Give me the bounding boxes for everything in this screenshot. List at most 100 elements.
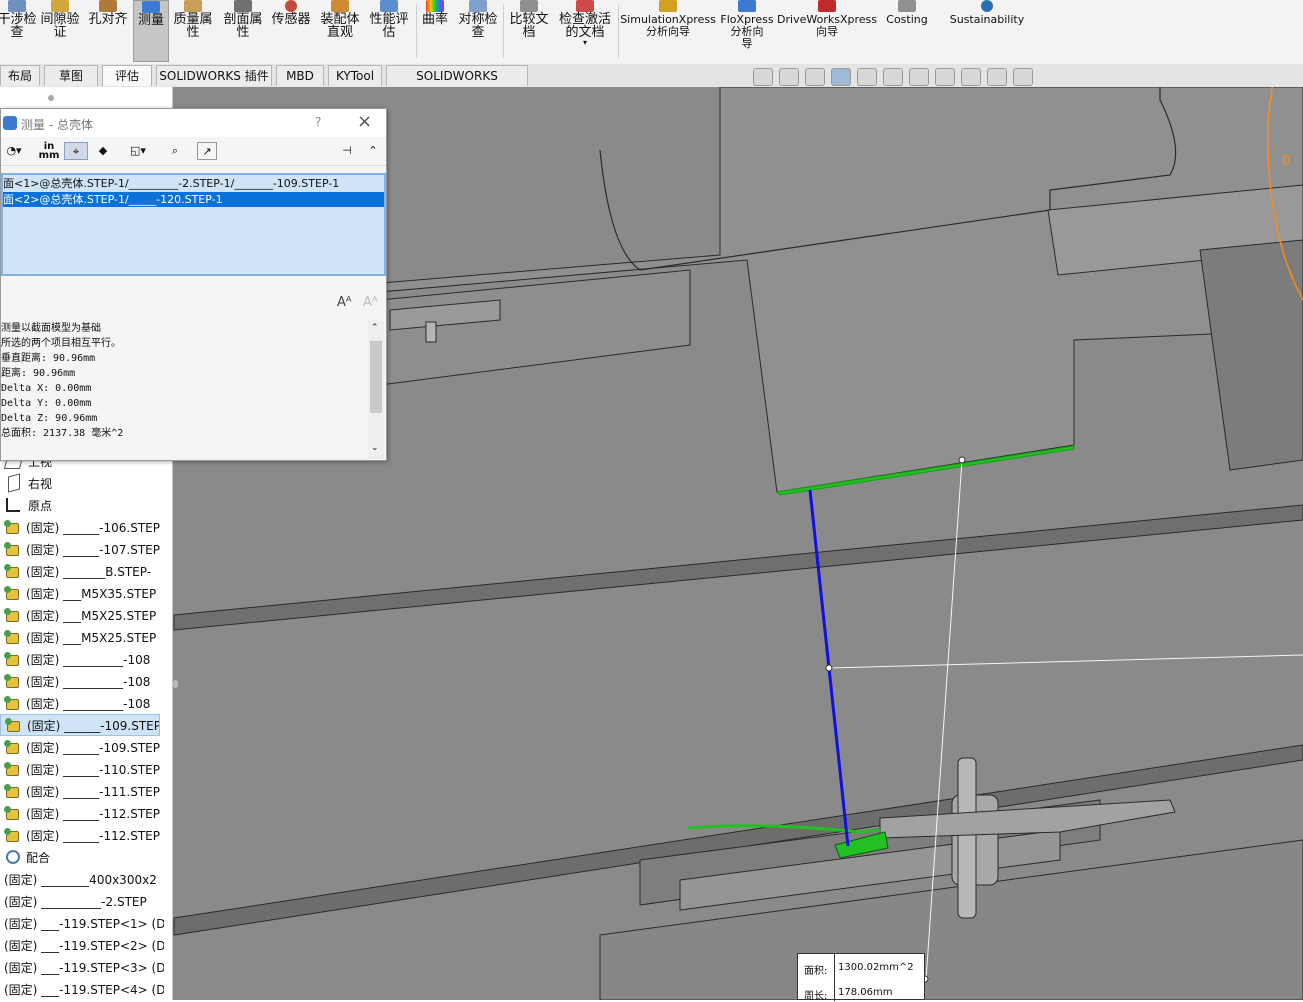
tree-item-part[interactable]: (固定) ______-106.STEP (0, 516, 160, 538)
perf-eval-icon (380, 0, 398, 12)
tree-item-part[interactable]: (固定) ___M5X25.STEP (0, 626, 160, 648)
dynamic-annotation-icon[interactable] (857, 68, 877, 86)
part-icon (4, 762, 20, 776)
projected-on-icon[interactable]: ◱▾ (121, 142, 155, 160)
selection-list[interactable]: 面<1>@总壳体.STEP-1/_________-2.STEP-1/_____… (1, 173, 386, 276)
create-sensor-icon[interactable]: ↗ (197, 142, 217, 160)
tree-item-part[interactable]: (固定) __________-108 (0, 648, 160, 670)
part-icon (4, 828, 20, 842)
assembly-visualization-button[interactable]: 装配体 直观 (318, 0, 362, 62)
selection-item[interactable]: 面<1>@总壳体.STEP-1/_________-2.STEP-1/_____… (3, 176, 384, 191)
close-button[interactable]: × (357, 111, 372, 132)
ribbon-separator (618, 4, 619, 58)
tree-item-component[interactable]: (固定) ___-119.STEP<2> (D (0, 934, 164, 956)
hole-alignment-button[interactable]: 孔对齐 (86, 0, 130, 62)
scroll-down-icon[interactable]: ⌄ (371, 443, 379, 453)
display-style-icon[interactable] (909, 68, 929, 86)
tab-sketch[interactable]: 草图 (44, 65, 98, 86)
font-size-decrease-icon[interactable]: Aᴬ (363, 295, 378, 310)
performance-evaluation-button[interactable]: 性能评 估 (366, 0, 412, 62)
zoom-fit-icon[interactable] (753, 68, 773, 86)
simulation-icon (659, 0, 677, 12)
measure-button[interactable]: 测量 (133, 0, 169, 62)
tree-item-part[interactable]: (固定) ___M5X25.STEP (0, 604, 160, 626)
driveworksxpress-button[interactable]: DriveWorksXpress 向导 (777, 0, 877, 62)
tree-item-right-plane[interactable]: 右视 (0, 472, 160, 494)
tree-item-part[interactable]: (固定) ______-111.STEP (0, 780, 160, 802)
tree-item-mates[interactable]: 配合 (0, 846, 160, 868)
arc-circle-measure-icon[interactable]: ◔▾ (1, 142, 27, 160)
symmetry-icon (469, 0, 487, 12)
part-icon (5, 718, 21, 732)
symmetry-check-button[interactable]: 对称检 查 (455, 0, 501, 62)
view-orientation-icon[interactable] (883, 68, 903, 86)
tree-item-part[interactable]: (固定) __________-108 (0, 692, 160, 714)
history-icon[interactable]: ⌕ (165, 142, 185, 160)
tree-item-part[interactable]: (固定) ______-107.STEP (0, 538, 160, 560)
results-scrollbar-thumb[interactable] (370, 341, 382, 413)
tree-item-origin[interactable]: 原点 (0, 494, 160, 516)
tab-layout[interactable]: 布局 (0, 65, 40, 86)
check-active-document-button[interactable]: 检查激活 的文档 ▾ (555, 0, 615, 62)
floxpress-button[interactable]: FloXpress 分析向 导 (718, 0, 776, 62)
section-view-icon[interactable] (831, 68, 851, 86)
sensor-button[interactable]: 传感器 (269, 0, 313, 62)
show-xyz-icon[interactable]: ⌖ (64, 142, 88, 160)
clearance-verify-button[interactable]: 间隙验 证 (38, 0, 82, 62)
compare-documents-button[interactable]: 比较文 档 (507, 0, 551, 62)
tree-item-part[interactable]: (固定) __________-108 (0, 670, 160, 692)
tree-item-part[interactable]: (固定) _______B.STEP- (0, 560, 160, 582)
tab-evaluate[interactable]: 评估 (102, 65, 152, 86)
tree-item-component[interactable]: (固定) ___-119.STEP<1> (D (0, 912, 164, 934)
tree-item-part[interactable]: (固定) ______-109.STEP (0, 736, 160, 758)
scroll-up-icon[interactable]: ⌃ (371, 323, 379, 333)
sustainability-button[interactable]: Sustainability (946, 0, 1028, 62)
section-props-icon (234, 0, 252, 12)
part-icon (4, 520, 20, 534)
edit-appearance-icon[interactable] (961, 68, 981, 86)
tree-item-component[interactable]: (固定) ________400x300x2 (0, 868, 164, 890)
panel-splitter-handle[interactable] (172, 670, 180, 698)
collapse-chevron-icon[interactable]: ⌃ (363, 142, 383, 160)
tree-item-part[interactable]: (固定) ___M5X35.STEP (0, 582, 160, 604)
mass-properties-button[interactable]: 质量属 性 (171, 0, 215, 62)
help-button[interactable]: ? (315, 115, 321, 129)
costing-button[interactable]: Costing (880, 0, 934, 62)
tab-solidworks-inspection[interactable]: SOLIDWORKS Inspection (386, 65, 528, 104)
tab-kytool[interactable]: KYTool (328, 65, 382, 86)
driveworks-icon (818, 0, 836, 12)
hide-show-items-icon[interactable] (935, 68, 955, 86)
tab-solidworks-addins[interactable]: SOLIDWORKS 插件 (156, 65, 272, 86)
plane-icon (8, 473, 20, 493)
point-to-point-icon[interactable]: ◆ (93, 142, 113, 160)
zoom-area-icon[interactable] (779, 68, 799, 86)
apply-scene-icon[interactable] (987, 68, 1007, 86)
ribbon-separator (416, 4, 417, 58)
tree-item-part[interactable]: (固定) ______-112.STEP (0, 824, 160, 846)
previous-view-icon[interactable] (805, 68, 825, 86)
tree-item-part-selected[interactable]: (固定) ______-109.STEP (0, 714, 160, 736)
measure-dialog-titlebar[interactable]: 测量 - 总壳体 ? × (1, 109, 386, 137)
tree-item-component[interactable]: (固定) __________-2.STEP (0, 890, 164, 912)
tree-item-component[interactable]: (固定) ___-119.STEP<4> (D (0, 978, 164, 1000)
part-icon (4, 542, 20, 556)
part-icon (4, 740, 20, 754)
tree-item-part[interactable]: (固定) ______-112.STEP (0, 802, 160, 824)
pin-icon[interactable]: ⊣ (337, 142, 357, 160)
tree-item-component[interactable]: (固定) ___-119.STEP<3> (D (0, 956, 164, 978)
selection-item-highlighted[interactable]: 面<2>@总壳体.STEP-1/_____-120.STEP-1 (3, 192, 384, 207)
curvature-button[interactable]: 曲率 (420, 0, 450, 62)
interference-check-button[interactable]: 干涉检 查 (0, 0, 37, 62)
section-properties-button[interactable]: 剖面属 性 (221, 0, 265, 62)
measure-callout[interactable]: 面积: 1300.02mm^2 周长: 178.06mm (797, 953, 925, 1002)
font-size-increase-icon[interactable]: Aᴬ (337, 295, 352, 310)
tab-mbd[interactable]: MBD (276, 65, 324, 86)
callout-divider (834, 954, 835, 1001)
tree-item-part[interactable]: (固定) ______-110.STEP (0, 758, 160, 780)
part-icon (4, 630, 20, 644)
part-icon (4, 806, 20, 820)
view-settings-icon[interactable] (1013, 68, 1033, 86)
units-precision-button[interactable]: in mm (37, 142, 61, 161)
dropdown-arrow-icon[interactable]: ▾ (583, 39, 587, 47)
simulationxpress-button[interactable]: SimulationXpress 分析向导 (620, 0, 716, 62)
